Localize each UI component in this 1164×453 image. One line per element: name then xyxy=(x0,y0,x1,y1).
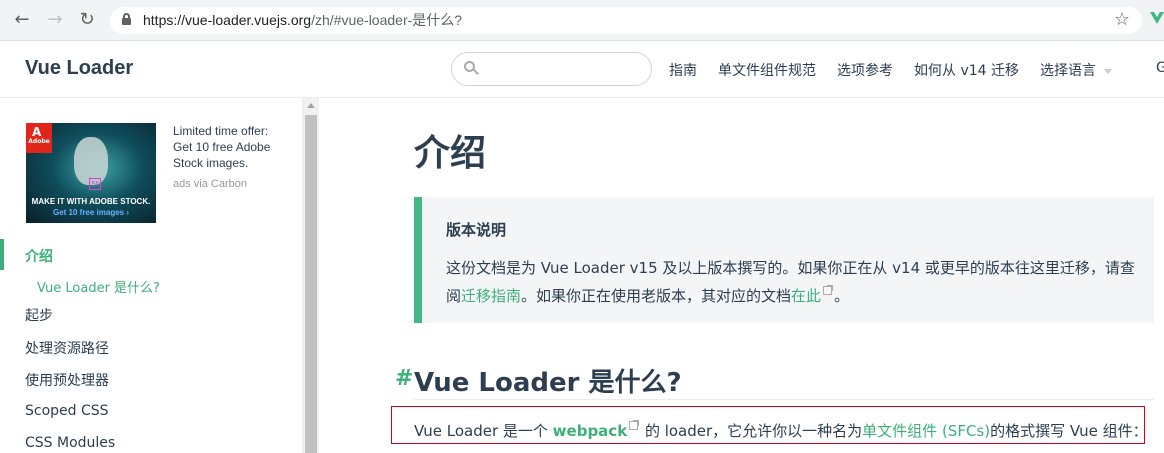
stock-logo-icon: St xyxy=(89,178,101,190)
nav-guide[interactable]: 指南 xyxy=(669,60,697,80)
sidebar-item-scoped-css[interactable]: Scoped CSS xyxy=(25,403,109,419)
scroll-up-arrow-icon[interactable] xyxy=(307,103,315,108)
intro-paragraph: Vue Loader 是一个 webpack 的 loader，它允许你以一种名… xyxy=(414,420,1148,441)
sidebar-item-asset-urls[interactable]: 处理资源路径 xyxy=(25,338,109,358)
nav-spec[interactable]: 单文件组件规范 xyxy=(718,60,816,80)
ad-via[interactable]: ads via Carbon xyxy=(173,178,247,190)
sfc-link[interactable]: 单文件组件 (SFCs) xyxy=(862,422,990,440)
tip-text-2: 。如果你正在使用老版本，其对应的文档 xyxy=(521,287,792,305)
ad-text[interactable]: Limited time offer: Get 10 free Adobe St… xyxy=(173,123,288,171)
old-docs-link[interactable]: 在此 xyxy=(791,287,821,305)
sidebar-subitem-what-is[interactable]: Vue Loader 是什么? xyxy=(37,277,160,296)
search-icon xyxy=(464,61,479,75)
sidebar-item-getting-started[interactable]: 起步 xyxy=(25,305,53,325)
address-bar[interactable]: https://vue-loader.vuejs.org/zh/#vue-loa… xyxy=(110,7,1142,34)
sidebar: A Adobe St MAKE IT WITH ADOBE STOCK. Get … xyxy=(0,98,303,453)
scrollbar-thumb[interactable] xyxy=(305,115,317,453)
top-nav: 指南 单文件组件规范 选项参考 如何从 v14 迁移 选择语言 xyxy=(669,60,1133,80)
heading-anchor-link[interactable]: # xyxy=(395,366,413,391)
section-heading: Vue Loader 是什么? xyxy=(414,368,682,398)
para-text-2: 的 loader，它允许你以一种名为 xyxy=(640,422,863,440)
sidebar-item-css-modules[interactable]: CSS Modules xyxy=(25,435,115,451)
page-title: 介绍 xyxy=(414,133,487,174)
sidebar-item-intro[interactable]: 介绍 xyxy=(25,246,53,266)
webpack-link-label: webpack xyxy=(552,422,628,440)
adobe-logo-icon: A Adobe xyxy=(26,123,52,153)
para-text-1: Vue Loader 是一个 xyxy=(414,422,553,440)
url-path: /zh/#vue-loader-是什么? xyxy=(311,12,463,28)
tip-body: 这份文档是为 Vue Loader v15 及以上版本撰写的。如果你正在从 v1… xyxy=(446,254,1146,310)
tip-title: 版本说明 xyxy=(446,221,507,239)
ad-image-headline: MAKE IT WITH ADOBE STOCK. xyxy=(31,197,151,206)
external-link-icon xyxy=(629,420,640,430)
para-text-3: 的格式撰写 Vue 组件： xyxy=(990,422,1148,440)
search-box[interactable] xyxy=(451,52,652,86)
nav-language-label: 选择语言 xyxy=(1040,63,1096,79)
vue-extension-icon[interactable] xyxy=(1150,12,1164,28)
url-host: https://vue-loader.vuejs.org xyxy=(143,12,312,28)
nav-migrate[interactable]: 如何从 v14 迁移 xyxy=(914,60,1019,80)
search-input[interactable] xyxy=(486,58,641,80)
reload-icon[interactable]: ↻ xyxy=(76,9,98,31)
external-link-icon xyxy=(823,285,834,295)
adobe-badge-text: Adobe xyxy=(28,138,50,145)
site-header: Vue Loader 指南 单文件组件规范 选项参考 如何从 v14 迁移 选择语言 G xyxy=(0,41,1164,98)
sidebar-item-pre-processors[interactable]: 使用预处理器 xyxy=(25,370,109,390)
sidebar-active-indicator xyxy=(0,239,4,270)
adobe-letter: A xyxy=(32,125,42,139)
lock-icon xyxy=(122,13,131,25)
url-text[interactable]: https://vue-loader.vuejs.org/zh/#vue-loa… xyxy=(143,12,462,29)
carbon-ad-image[interactable]: A Adobe St MAKE IT WITH ADOBE STOCK. Get … xyxy=(26,123,156,223)
version-tip-box: 版本说明 这份文档是为 Vue Loader v15 及以上版本撰写的。如果你正… xyxy=(414,197,1154,323)
nav-github-partial[interactable]: G xyxy=(1156,60,1164,76)
heading-divider xyxy=(414,399,1154,400)
nav-language[interactable]: 选择语言 xyxy=(1040,60,1112,80)
nav-options[interactable]: 选项参考 xyxy=(837,60,893,80)
bookmark-star-icon[interactable]: ☆ xyxy=(1114,9,1130,30)
back-icon[interactable]: ← xyxy=(11,9,33,31)
site-title[interactable]: Vue Loader xyxy=(25,57,133,80)
tip-text-3: 。 xyxy=(834,287,850,305)
sidebar-scrollbar[interactable] xyxy=(303,98,319,453)
webpack-link[interactable]: webpack xyxy=(553,422,628,440)
migration-guide-link[interactable]: 迁移指南 xyxy=(461,287,521,305)
browser-toolbar: ← → ↻ https://vue-loader.vuejs.org/zh/#v… xyxy=(0,0,1164,41)
forward-icon[interactable]: → xyxy=(44,9,66,31)
chevron-down-icon xyxy=(1104,68,1112,74)
ad-image-cta: Get 10 free images › xyxy=(52,208,130,217)
